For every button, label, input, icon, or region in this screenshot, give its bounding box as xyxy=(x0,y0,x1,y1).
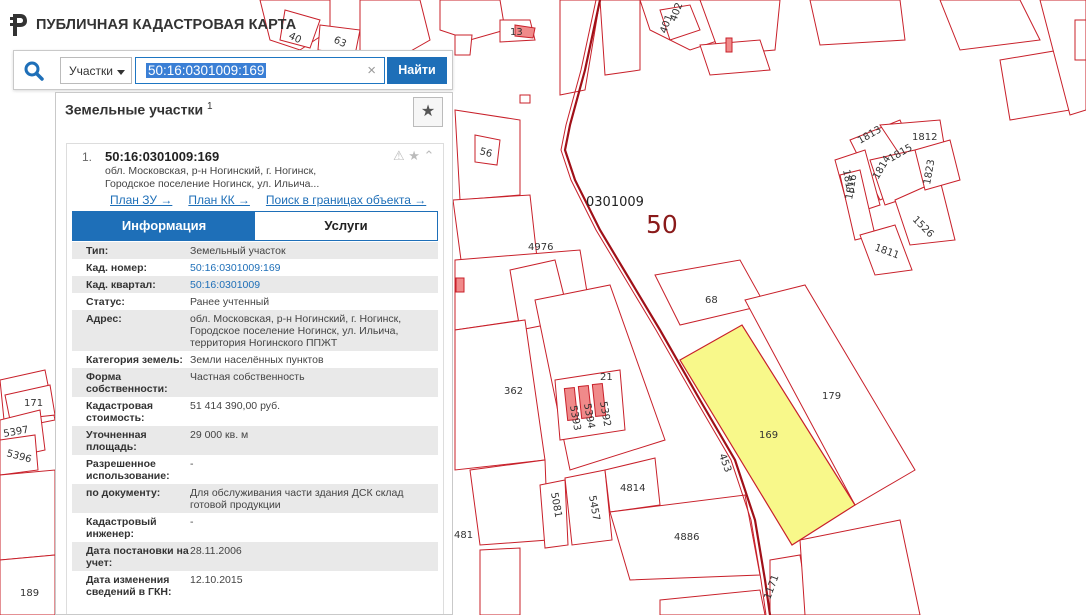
attribute-key: Кад. квартал: xyxy=(86,279,156,291)
svg-text:4886: 4886 xyxy=(674,532,699,543)
table-row: Кад. квартал: 50:16:0301009 xyxy=(72,276,438,293)
clear-icon[interactable]: × xyxy=(367,62,376,79)
attribute-value: - xyxy=(190,458,194,470)
plan-kk-link[interactable]: План КК → xyxy=(188,193,250,207)
item-index: 1. xyxy=(82,150,93,164)
table-row: Форма собственности: Частная собственност… xyxy=(72,368,438,397)
table-row: Уточненная площадь: 29 000 кв. м xyxy=(72,426,438,455)
object-type-select[interactable]: Участки xyxy=(60,57,132,84)
quarter-label: 0301009 xyxy=(586,195,644,210)
panel-title-text: Земельные участки xyxy=(65,101,204,118)
table-row: Дата постановки на учет: 28.11.2006 xyxy=(72,542,438,571)
plan-zu-link[interactable]: План ЗУ → xyxy=(110,193,172,207)
table-row: Адрес: обл. Московская, р-н Ногинский, г.… xyxy=(72,310,438,351)
attribute-key: по документу: xyxy=(86,487,161,499)
table-row: Статус: Ранее учтенный xyxy=(72,293,438,310)
attribute-table: Тип: Земельный участок Кад. номер: 50:16:0… xyxy=(72,242,438,600)
attribute-key: Кад. номер: xyxy=(86,262,148,274)
table-row: Категория земель: Земли населённых пункто… xyxy=(72,351,438,368)
region-label: 50 xyxy=(646,210,678,239)
results-panel: Земельные участки 1 ★ 1. 50:16:0301009:1… xyxy=(55,92,453,615)
attribute-value: 12.10.2015 xyxy=(190,574,243,586)
item-cadastral-number[interactable]: 50:16:0301009:169 xyxy=(105,149,219,164)
svg-text:13: 13 xyxy=(510,27,523,38)
attribute-key: Разрешенное использование: xyxy=(86,458,170,482)
table-row: Разрешенное использование: - xyxy=(72,455,438,484)
cadastral-quarter-link[interactable]: 50:16:0301009 xyxy=(190,279,438,291)
table-row: Тип: Земельный участок xyxy=(72,242,438,259)
search-icon[interactable] xyxy=(23,60,45,82)
table-row: Кадастровый инженер: - xyxy=(72,513,438,542)
attribute-key: Дата постановки на учет: xyxy=(86,545,189,569)
table-row: по документу: Для обслуживания части здан… xyxy=(72,484,438,513)
svg-text:362: 362 xyxy=(504,386,523,397)
result-card: 1. 50:16:0301009:169 обл. Московская, р-… xyxy=(66,143,444,614)
svg-text:4976: 4976 xyxy=(528,242,553,253)
table-row: Кадастровая стоимость: 51 414 390,00 руб. xyxy=(72,397,438,426)
attribute-value: 29 000 кв. м xyxy=(190,429,249,441)
attribute-value: 28.11.2006 xyxy=(190,545,242,557)
svg-text:179: 179 xyxy=(822,391,841,402)
svg-text:171: 171 xyxy=(24,398,43,409)
info-tabs: Информация Услуги xyxy=(72,211,438,241)
favorites-button[interactable]: ★ xyxy=(413,97,443,127)
attribute-value: 51 414 390,00 руб. xyxy=(190,400,281,412)
attribute-value: Ранее учтенный xyxy=(190,296,270,308)
attribute-key: Адрес: xyxy=(86,313,122,325)
attribute-value: Для обслуживания части здания ДСК склад … xyxy=(190,487,404,511)
find-button[interactable]: Найти xyxy=(387,57,447,84)
attribute-key: Кадастровый инженер: xyxy=(86,516,157,540)
attribute-key: Кадастровая стоимость: xyxy=(86,400,153,424)
panel-title: Земельные участки 1 xyxy=(65,101,213,118)
item-links: План ЗУ → План КК → Поиск в границах объ… xyxy=(110,193,426,207)
attribute-value: - xyxy=(190,516,194,528)
results-count: 1 xyxy=(206,101,213,112)
chevron-down-icon xyxy=(117,70,125,75)
attribute-value: Земли населённых пунктов xyxy=(190,354,324,366)
search-input[interactable]: 50:16:0301009:169 × xyxy=(135,57,385,84)
star-icon: ★ xyxy=(420,103,436,120)
svg-text:68: 68 xyxy=(705,295,718,306)
tab-information[interactable]: Информация xyxy=(73,212,255,240)
table-row: Кад. номер: 50:16:0301009:169 xyxy=(72,259,438,276)
attribute-value: Частная собственность xyxy=(190,371,305,383)
svg-text:21: 21 xyxy=(600,372,613,383)
app-header: ПУБЛИЧНАЯ КАДАСТРОВАЯ КАРТА xyxy=(10,12,296,38)
attribute-key: Форма собственности: xyxy=(86,371,168,395)
attribute-key: Уточненная площадь: xyxy=(86,429,147,453)
svg-text:481: 481 xyxy=(454,530,473,541)
search-in-bounds-link[interactable]: Поиск в границах объекта → xyxy=(266,193,426,207)
table-row: Дата изменения сведений в ГКН: 12.10.2015 xyxy=(72,571,438,600)
svg-text:189: 189 xyxy=(20,588,39,599)
search-bar: Участки 50:16:0301009:169 × Найти xyxy=(13,50,453,90)
cadastral-number-link[interactable]: 50:16:0301009:169 xyxy=(190,262,438,274)
attribute-key: Категория земель: xyxy=(86,354,183,366)
attribute-key: Тип: xyxy=(86,245,109,257)
attribute-value: обл. Московская, р-н Ногинский, г. Ногин… xyxy=(190,313,402,349)
attribute-key: Статус: xyxy=(86,296,125,308)
logo-icon xyxy=(10,14,27,36)
item-action-icons[interactable]: ⚠ ★ ⌃ xyxy=(393,148,434,164)
object-type-label: Участки xyxy=(69,64,113,78)
attribute-value: Земельный участок xyxy=(190,245,286,257)
svg-text:169: 169 xyxy=(759,430,778,441)
item-address: обл. Московская, р-н Ногинский, г. Ногин… xyxy=(105,165,320,190)
attribute-key: Дата изменения сведений в ГКН: xyxy=(86,574,172,598)
svg-text:1812: 1812 xyxy=(912,132,937,143)
svg-text:4814: 4814 xyxy=(620,483,645,494)
search-query: 50:16:0301009:169 xyxy=(146,63,267,78)
tab-services[interactable]: Услуги xyxy=(255,212,437,240)
app-title: ПУБЛИЧНАЯ КАДАСТРОВАЯ КАРТА xyxy=(36,17,297,33)
